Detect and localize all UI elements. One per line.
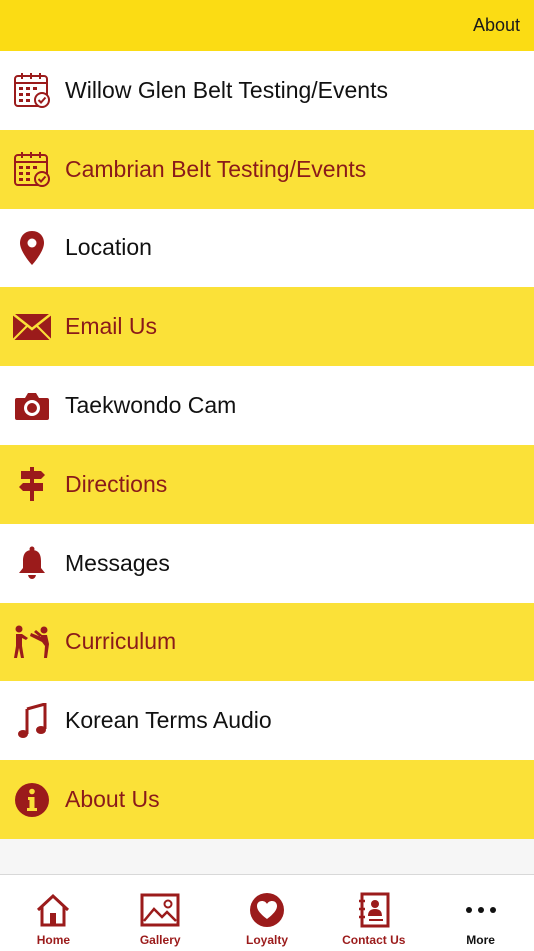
- heart-icon: [247, 891, 287, 929]
- tab-loyalty[interactable]: Loyalty: [214, 875, 321, 951]
- tab-home[interactable]: Home: [0, 875, 107, 951]
- menu-item-messages[interactable]: Messages: [0, 523, 534, 603]
- tab-more[interactable]: More: [427, 875, 534, 951]
- info-icon: [12, 780, 52, 820]
- contact-book-icon: [354, 891, 394, 929]
- menu-item-about-us[interactable]: About Us: [0, 760, 534, 839]
- envelope-icon: [12, 307, 52, 347]
- menu-item-label: Taekwondo Cam: [65, 392, 237, 419]
- camera-icon: [12, 386, 52, 426]
- tab-label: Home: [36, 933, 71, 947]
- menu-item-label: Email Us: [65, 313, 158, 340]
- about-button[interactable]: About: [473, 15, 520, 36]
- menu-item-cambrian[interactable]: Cambrian Belt Testing/Events: [0, 129, 534, 209]
- tab-label: Contact Us: [342, 933, 406, 947]
- menu-item-taekwondo-cam[interactable]: Taekwondo Cam: [0, 366, 534, 445]
- bell-icon: [12, 543, 52, 583]
- menu-item-korean-terms-audio[interactable]: Korean Terms Audio: [0, 681, 534, 761]
- menu-item-label: Directions: [65, 470, 168, 497]
- menu-item-email[interactable]: Email Us: [0, 287, 534, 367]
- tab-label: Gallery: [139, 933, 181, 947]
- bottom-tab-bar: Home Gallery Loyalty Contact Us More: [0, 874, 534, 951]
- menu-item-location[interactable]: Location: [0, 208, 534, 288]
- home-icon: [33, 891, 73, 929]
- menu-list: Willow Glen Belt Testing/Events Cambrian…: [0, 51, 534, 839]
- gallery-icon: [140, 891, 180, 929]
- more-dots-icon: [461, 891, 501, 929]
- menu-item-label: Curriculum: [65, 628, 177, 655]
- menu-item-willow-glen[interactable]: Willow Glen Belt Testing/Events: [0, 51, 534, 130]
- tab-gallery[interactable]: Gallery: [107, 875, 214, 951]
- menu-item-label: Willow Glen Belt Testing/Events: [65, 76, 388, 103]
- tab-label: More: [466, 933, 495, 947]
- calendar-check-icon: [12, 70, 52, 110]
- top-bar: About: [0, 0, 534, 52]
- menu-item-curriculum[interactable]: Curriculum: [0, 602, 534, 682]
- menu-item-label: Cambrian Belt Testing/Events: [65, 155, 367, 182]
- signpost-icon: [12, 464, 52, 504]
- menu-item-label: Korean Terms Audio: [65, 707, 272, 734]
- music-note-icon: [12, 701, 52, 741]
- menu-item-label: Messages: [65, 549, 170, 576]
- menu-item-directions[interactable]: Directions: [0, 444, 534, 524]
- menu-item-label: About Us: [65, 786, 160, 813]
- menu-item-label: Location: [65, 234, 152, 261]
- map-pin-icon: [12, 228, 52, 268]
- calendar-check-icon: [12, 149, 52, 189]
- tab-label: Loyalty: [245, 933, 288, 947]
- list-bottom-space: [0, 839, 534, 875]
- martial-arts-kick-icon: [12, 622, 52, 662]
- tab-contact-us[interactable]: Contact Us: [320, 875, 427, 951]
